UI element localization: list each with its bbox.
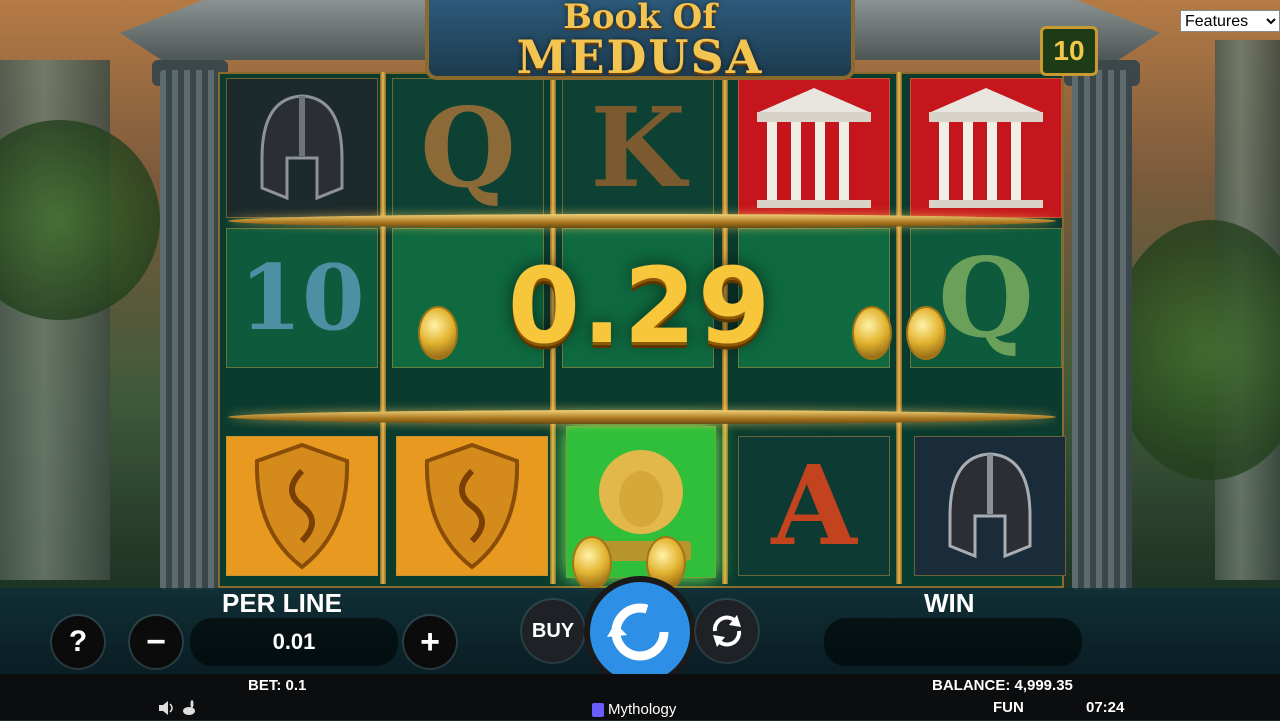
features-dropdown[interactable]: Features — [1180, 10, 1280, 32]
game-title-line1: Book Of — [563, 0, 717, 37]
symbol-helmet — [226, 78, 378, 218]
rabbit-icon — [183, 700, 195, 715]
symbol-shield — [396, 436, 548, 576]
win-line-band-lower — [228, 410, 1056, 424]
helmet-icon — [948, 452, 1032, 559]
symbol-shield — [226, 436, 378, 576]
symbol-temple — [738, 78, 890, 218]
category-label: Mythology — [608, 701, 677, 718]
turbo-toggle[interactable] — [180, 700, 198, 716]
category-indicator: Mythology — [592, 701, 676, 718]
buy-feature-button[interactable]: BUY — [522, 600, 584, 662]
increase-bet-button[interactable]: + — [404, 616, 456, 668]
shield-icon — [424, 442, 520, 570]
per-line-value: 0.01 — [190, 618, 398, 666]
helmet-icon — [260, 94, 344, 201]
game-title: Book Of MEDUSA — [425, 0, 855, 80]
plus-icon: + — [420, 622, 440, 661]
shield-icon — [254, 442, 350, 570]
spin-button[interactable] — [590, 582, 690, 682]
temple-icon — [757, 88, 871, 208]
clock: 07:24 — [1086, 699, 1125, 716]
per-line-value-text: 0.01 — [272, 629, 316, 654]
paylines-count-badge: 10 — [1040, 26, 1098, 76]
autoplay-button[interactable] — [696, 600, 758, 662]
help-button[interactable]: ? — [52, 616, 104, 668]
per-line-label: PER LINE — [222, 588, 342, 618]
spin-icon — [607, 603, 669, 661]
provider-logo-icon — [592, 702, 604, 717]
reel-divider — [380, 72, 386, 584]
help-label: ? — [68, 625, 88, 658]
win-label: WIN — [924, 588, 975, 618]
coin-icon — [906, 306, 946, 360]
win-value — [824, 618, 1082, 666]
symbol-letter-q: Q — [392, 78, 544, 218]
game-title-line2: MEDUSA — [516, 30, 764, 84]
temple-icon — [929, 88, 1043, 208]
decrease-bet-button[interactable]: − — [130, 616, 182, 668]
temple-column-left — [160, 70, 220, 590]
sound-toggle[interactable] — [158, 700, 176, 716]
win-line-band-upper — [228, 214, 1056, 228]
tree-foliage-left — [0, 120, 160, 320]
buy-label: BUY — [531, 619, 575, 642]
win-amount-display: 0.29 — [507, 245, 773, 367]
symbol-number-10: 10 — [226, 228, 378, 368]
bet-total: BET: 0.1 — [248, 677, 307, 694]
minus-icon: − — [146, 622, 166, 661]
coin-icon — [852, 306, 892, 360]
tree-foliage-right — [1110, 220, 1280, 480]
mode-label: FUN — [993, 699, 1024, 716]
reel-divider — [896, 72, 902, 584]
symbol-helmet — [914, 436, 1066, 576]
autoplay-icon — [712, 615, 742, 647]
balance-display: BALANCE: 4,999.35 — [932, 677, 1073, 694]
speaker-icon — [159, 701, 173, 715]
symbol-temple — [910, 78, 1062, 218]
coin-icon — [572, 536, 612, 590]
symbol-letter-k: K — [562, 78, 714, 218]
symbol-letter-a: A — [738, 436, 890, 576]
temple-column-right — [1072, 70, 1132, 590]
coin-icon — [646, 536, 686, 590]
